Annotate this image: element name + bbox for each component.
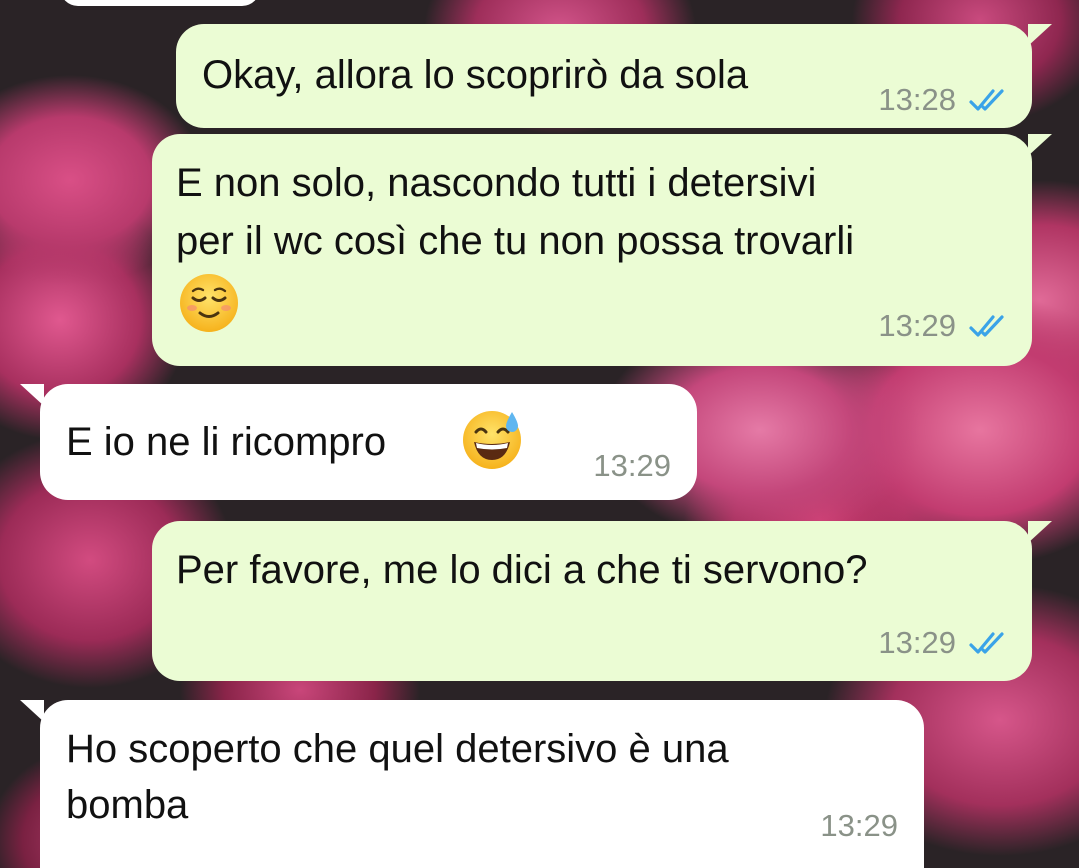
grinning-face-with-sweat-emoji — [460, 406, 526, 486]
message-meta: 13:29 — [878, 625, 1008, 661]
outgoing-message[interactable]: E non solo, nascondo tutti i detersivi p… — [152, 134, 1052, 366]
message-meta: 13:29 — [593, 448, 671, 484]
relieved-face-emoji — [178, 272, 240, 348]
message-time: 13:29 — [593, 448, 671, 483]
message-text-line: Ho scoperto che quel detersivo è una — [66, 727, 729, 771]
message-text-line: E non solo, nascondo tutti i detersivi — [176, 161, 817, 205]
message-time: 13:29 — [820, 808, 898, 843]
message-time: 13:29 — [878, 308, 956, 343]
message-meta: 13:29 — [878, 308, 1008, 344]
outgoing-message[interactable]: Okay, allora lo scoprirò da sola 13:28 — [176, 24, 1052, 128]
double-check-icon — [968, 312, 1008, 340]
outgoing-message[interactable]: Per favore, me lo dici a che ti servono?… — [152, 521, 1052, 681]
incoming-message[interactable]: E io ne li ricompro 13:29 — [20, 384, 697, 500]
message-text: Okay, allora lo scoprirò da sola — [202, 53, 749, 97]
message-meta: 13:28 — [878, 82, 1008, 118]
incoming-message[interactable]: Ho scoperto che quel detersivo è una bom… — [20, 700, 924, 868]
message-text: E io ne li ricompro — [66, 420, 387, 464]
message-text: Per favore, me lo dici a che ti servono? — [176, 548, 868, 592]
message-time: 13:29 — [878, 625, 956, 660]
previous-message-bubble[interactable] — [60, 0, 260, 6]
message-time: 13:28 — [878, 82, 956, 117]
message-text-line: bomba — [66, 783, 189, 827]
double-check-icon — [968, 629, 1008, 657]
message-text-line: per il wc così che tu non possa trovarli — [176, 219, 855, 263]
double-check-icon — [968, 86, 1008, 114]
message-meta: 13:29 — [820, 808, 898, 844]
